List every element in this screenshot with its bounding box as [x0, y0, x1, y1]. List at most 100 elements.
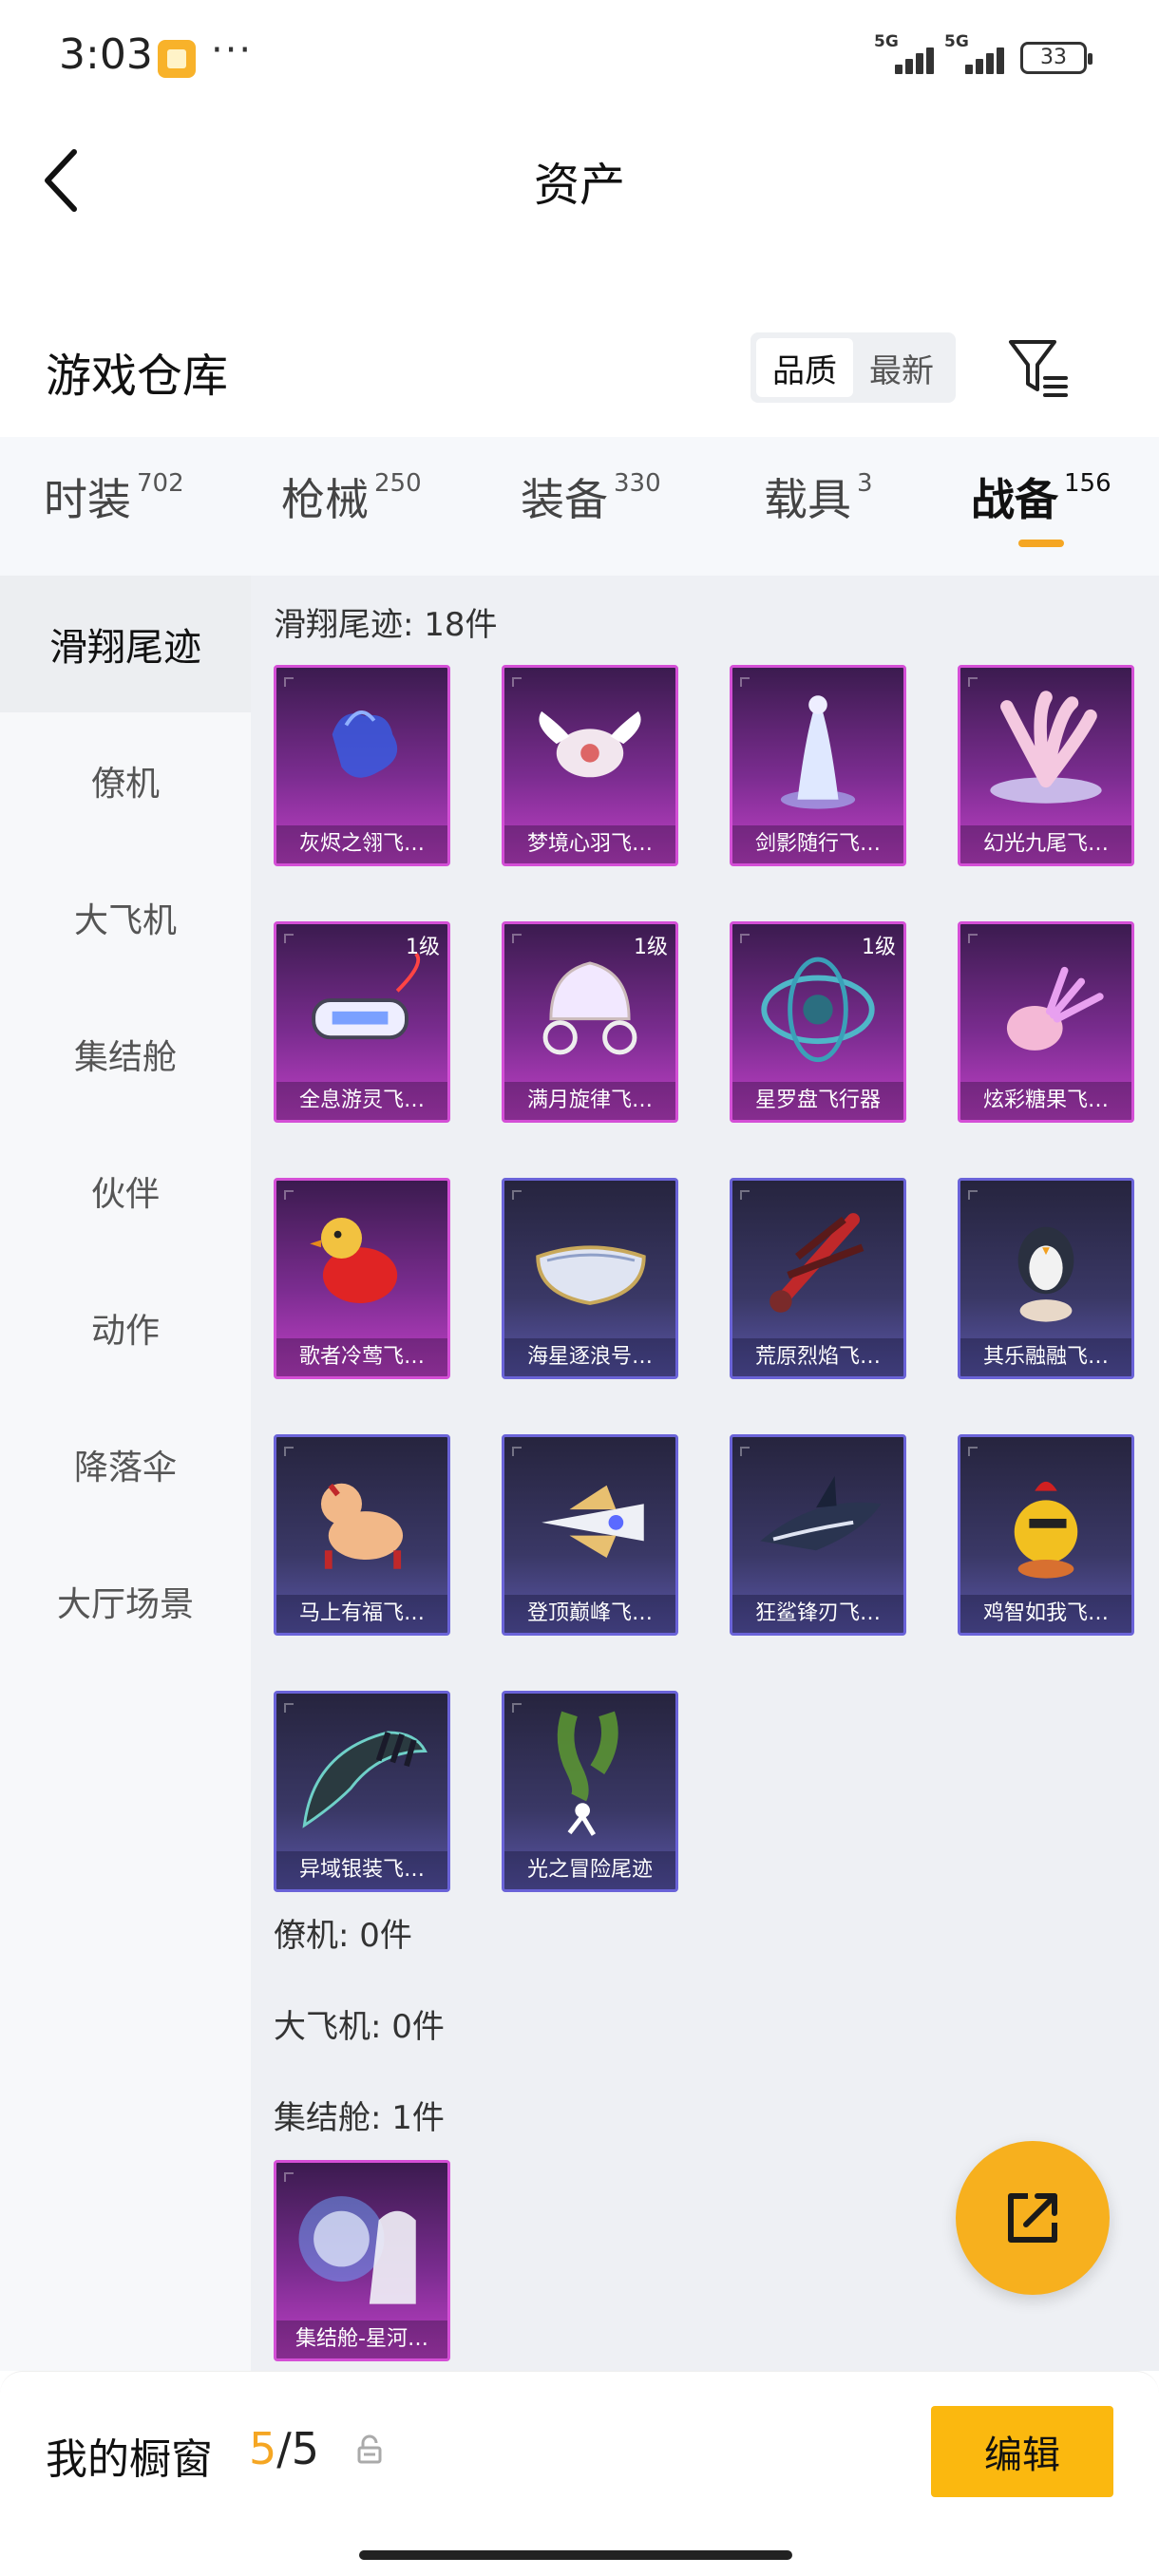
penguin-icon: [1017, 1226, 1074, 1322]
filter-button[interactable]: [1007, 334, 1070, 401]
glide-trail-item-card[interactable]: 鸡智如我飞…: [958, 1434, 1134, 1636]
smoke-trail-icon: [557, 1711, 618, 1836]
sort-newest-option[interactable]: 最新: [853, 338, 950, 397]
card-corner-decoration: [512, 1190, 522, 1200]
glide-trail-item-card[interactable]: 荒原烈焰飞…: [730, 1178, 906, 1379]
glide-trail-item-card[interactable]: 海星逐浪号…: [502, 1178, 678, 1379]
tab-vehicles[interactable]: 载具 3: [764, 465, 873, 528]
item-name: 海星逐浪号…: [504, 1338, 675, 1376]
sidebar-item-glide-trail[interactable]: 滑翔尾迹: [0, 576, 251, 712]
tab-fashion[interactable]: 时装 702: [44, 465, 184, 528]
tab-label: 枪械: [281, 474, 369, 525]
notification-app-icon: [158, 40, 196, 78]
item-name: 登顶巅峰飞…: [504, 1595, 675, 1633]
sidebar-item-wingman[interactable]: 僚机: [0, 712, 251, 849]
tab-firearms[interactable]: 枪械 250: [281, 465, 422, 528]
tab-label: 战备: [971, 474, 1058, 525]
card-corner-decoration: [512, 1447, 522, 1456]
item-name: 灰烬之翎飞…: [276, 825, 447, 863]
chicken-icon: [1014, 1481, 1078, 1579]
group-label-plane: 大飞机: 0件: [274, 2008, 445, 2046]
glide-trail-item-card[interactable]: 光之冒险尾迹: [502, 1691, 678, 1892]
horse-icon: [320, 1483, 404, 1569]
item-name: 集结舱-星河…: [276, 2320, 447, 2358]
card-corner-decoration: [512, 934, 522, 943]
category-tabs: 时装 702 枪械 250 装备 330 载具 3 战备 156: [0, 437, 1159, 576]
glide-trail-item-card[interactable]: 歌者冷莺飞…: [274, 1178, 450, 1379]
nine-tail-icon: [990, 691, 1102, 804]
edit-button[interactable]: 编辑: [931, 2406, 1113, 2497]
item-name: 歌者冷莺飞…: [276, 1338, 447, 1376]
showcase-label: 我的橱窗: [46, 2435, 213, 2484]
glide-trail-item-card[interactable]: 登顶巅峰飞…: [502, 1434, 678, 1636]
lock-icon: [357, 2434, 382, 2464]
tab-equipment[interactable]: 装备 330: [521, 465, 661, 528]
group-label-capsule: 集结舱: 1件: [274, 2099, 445, 2137]
sidebar-item-lobby-scene[interactable]: 大厅场景: [0, 1533, 251, 1670]
card-corner-decoration: [968, 1447, 978, 1456]
glide-trail-item-card[interactable]: 马上有福飞…: [274, 1434, 450, 1636]
card-corner-decoration: [968, 1190, 978, 1200]
glide-trail-item-card[interactable]: 异域银装飞…: [274, 1691, 450, 1892]
sidebar-item-partner[interactable]: 伙伴: [0, 1123, 251, 1260]
card-corner-decoration: [284, 1447, 294, 1456]
glide-trail-item-card[interactable]: 其乐融融飞…: [958, 1178, 1134, 1379]
glide-trail-item-card[interactable]: 幻光九尾飞…: [958, 665, 1134, 866]
card-corner-decoration: [968, 677, 978, 687]
item-name: 炫彩糖果飞…: [960, 1082, 1131, 1120]
glide-trail-item-card[interactable]: 1级 全息游灵飞…: [274, 921, 450, 1123]
filter-icon: [1009, 340, 1068, 397]
glide-trail-item-card[interactable]: 1级星罗盘飞行器: [730, 921, 906, 1123]
tab-label: 时装: [44, 474, 131, 525]
showcase-max: 5: [291, 2423, 320, 2474]
tab-count: 702: [137, 469, 184, 498]
sidebar: 滑翔尾迹 僚机 大飞机 集结舱 伙伴 动作 降落伞 大厅场景: [0, 576, 251, 2371]
boat-icon: [536, 1245, 646, 1305]
glide-trail-item-card[interactable]: 梦境心羽飞…: [502, 665, 678, 866]
showcase-bar: 我的橱窗 5/5 编辑: [0, 2371, 1159, 2576]
status-bar: 3:03 ··· 5G 5G 33: [0, 0, 1159, 114]
sort-toggle: 品质 最新: [750, 332, 956, 403]
capsule-item-card[interactable]: 集结舱-星河…: [274, 2160, 450, 2361]
signal-icon-1: 5G: [874, 32, 940, 74]
sidebar-item-parachute[interactable]: 降落伞: [0, 1396, 251, 1533]
item-name: 鸡智如我飞…: [960, 1595, 1131, 1633]
glide-trail-item-card[interactable]: 狂鲨锋刃飞…: [730, 1434, 906, 1636]
card-corner-decoration: [512, 677, 522, 687]
sort-quality-option[interactable]: 品质: [756, 338, 853, 397]
glide-trail-item-card[interactable]: 炫彩糖果飞…: [958, 921, 1134, 1123]
network-type-2: 5G: [944, 32, 969, 51]
sidebar-item-emote[interactable]: 动作: [0, 1260, 251, 1396]
item-level-badge: 1级: [406, 936, 440, 959]
card-corner-decoration: [284, 677, 294, 687]
card-corner-decoration: [968, 934, 978, 943]
status-time: 3:03: [59, 30, 153, 79]
status-more-dots: ···: [211, 28, 254, 72]
showcase-current: 5: [249, 2423, 277, 2474]
tab-battle-prep[interactable]: 战备 156: [971, 465, 1112, 528]
item-name: 荒原烈焰飞…: [732, 1338, 903, 1376]
card-corner-decoration: [740, 1447, 750, 1456]
glove-icon: [332, 710, 398, 778]
glide-trail-item-card[interactable]: 1级 满月旋律飞…: [502, 921, 678, 1123]
card-corner-decoration: [284, 1703, 294, 1713]
sidebar-item-big-plane[interactable]: 大飞机: [0, 849, 251, 986]
home-indicator: [359, 2550, 792, 2560]
card-corner-decoration: [284, 2172, 294, 2182]
tab-count: 156: [1064, 469, 1112, 498]
item-level-badge: 1级: [862, 936, 896, 959]
spirit-figure-icon: [780, 695, 856, 809]
tab-count: 330: [614, 469, 661, 498]
sidebar-item-capsule[interactable]: 集结舱: [0, 986, 251, 1123]
item-name: 幻光九尾飞…: [960, 825, 1131, 863]
glide-trail-item-card[interactable]: 灰烬之翎飞…: [274, 665, 450, 866]
item-name: 光之冒险尾迹: [504, 1851, 675, 1889]
tab-label: 装备: [521, 474, 608, 525]
group-label-wingman: 僚机: 0件: [274, 1917, 412, 1955]
winged-heart-icon: [539, 710, 641, 778]
item-name: 满月旋律飞…: [504, 1082, 675, 1120]
share-button[interactable]: [956, 2141, 1110, 2295]
item-name: 星罗盘飞行器: [732, 1082, 903, 1120]
glide-trail-item-card[interactable]: 剑影随行飞…: [730, 665, 906, 866]
share-icon: [1008, 2193, 1057, 2243]
